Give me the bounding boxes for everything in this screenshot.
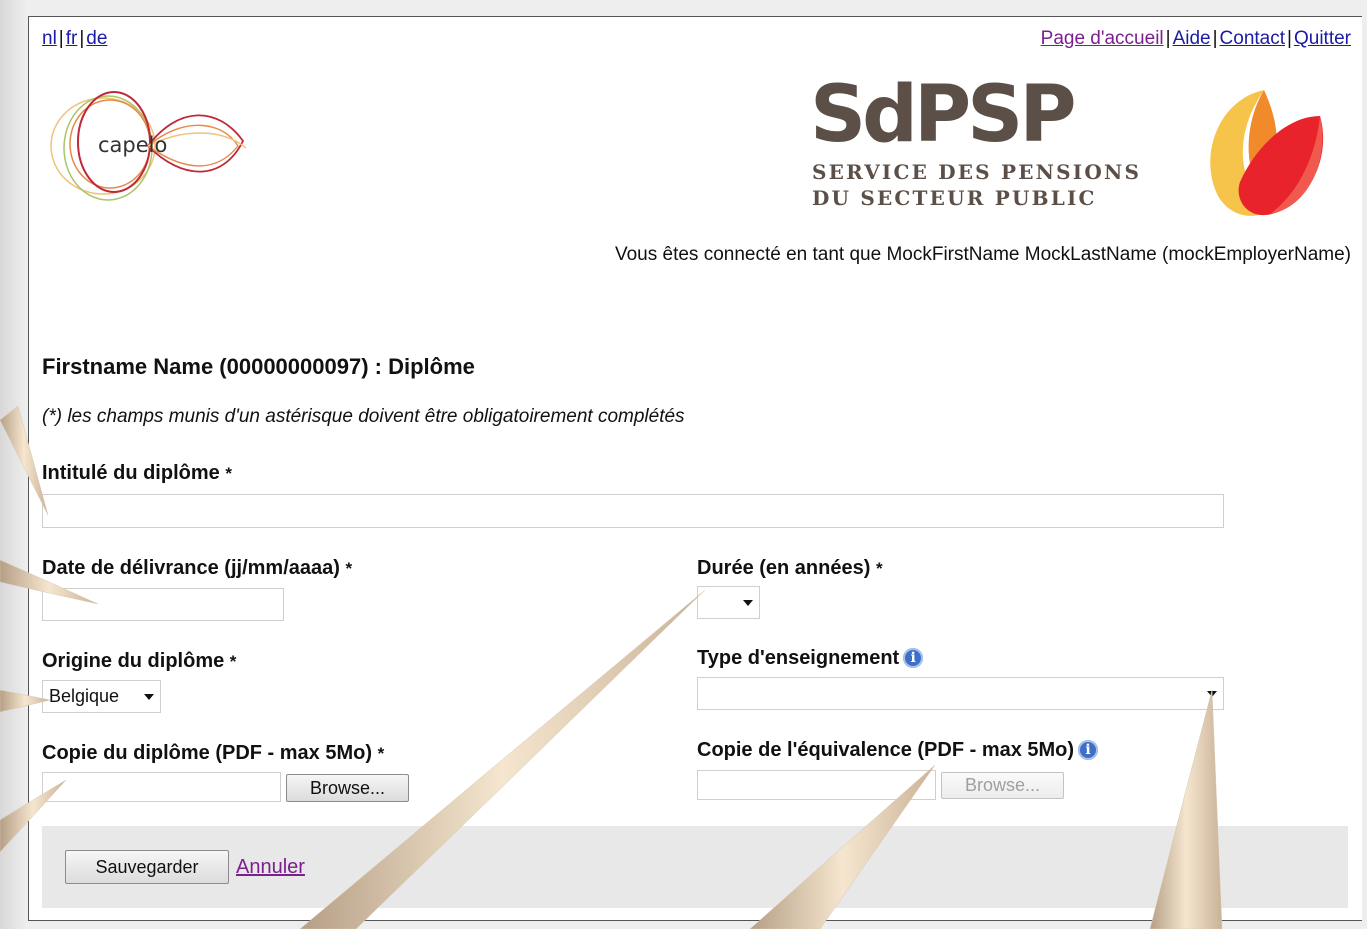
diploma-title-input[interactable] [42,494,1224,528]
equivalence-copy-label: Copie de l'équivalence (PDF - max 5Mo) i [697,739,1099,762]
save-button[interactable]: Sauvegarder [65,850,229,884]
page-title: Firstname Name (00000000097) : Diplôme [42,354,475,379]
education-type-label: Type d'enseignement i [697,647,924,670]
diploma-copy-browse-button[interactable]: Browse... [286,774,409,802]
duration-select[interactable] [697,586,760,619]
lang-link-de[interactable]: de [86,28,107,49]
chevron-down-icon [743,599,753,606]
issue-date-input[interactable] [42,588,284,621]
education-type-select[interactable] [697,677,1224,710]
required-fields-note: (*) les champs munis d'un astérisque doi… [42,406,685,427]
origin-select-value: Belgique [49,686,120,706]
lang-link-nl[interactable]: nl [42,28,57,49]
diploma-copy-label: Copie du diplôme (PDF - max 5Mo) * [42,742,385,764]
nav-help-link[interactable]: Aide [1173,28,1211,49]
nav-home-link[interactable]: Page d'accueil [1041,28,1164,49]
chevron-down-icon [144,693,154,700]
chevron-down-icon [1207,690,1217,697]
origin-select[interactable]: Belgique [42,680,161,713]
diploma-copy-file-field[interactable] [42,772,281,802]
nav-quit-link[interactable]: Quitter [1294,28,1351,49]
capelo-logo: capelo [48,86,258,231]
sdpsp-name-line1: SERVICE DES PENSIONS [812,160,1142,184]
info-icon[interactable]: i [1078,740,1099,760]
equivalence-copy-browse-button[interactable]: Browse... [941,772,1064,799]
diploma-title-label: Intitulé du diplôme * [42,462,232,484]
sdpsp-logo: SdPSP SERVICE DES PENSIONS DU SECTEUR PU… [806,76,1141,212]
sdpsp-logo-mark [1198,86,1330,227]
sdpsp-acronym: SdPSP [810,70,1077,160]
origin-label: Origine du diplôme * [42,650,237,672]
top-navigation: Page d'accueil | Aide | Contact | Quitter [1040,28,1351,49]
duration-label: Durée (en années) * [697,557,883,579]
issue-date-label: Date de délivrance (jj/mm/aaaa) * [42,557,353,579]
lang-link-fr[interactable]: fr [66,28,78,49]
info-icon[interactable]: i [903,648,924,668]
language-switcher: nl | fr | de [42,28,108,49]
left-margin [0,0,28,929]
capelo-logo-text: capelo [98,133,167,157]
cancel-link[interactable]: Annuler [236,856,305,879]
sdpsp-name-line2: DU SECTEUR PUBLIC [812,186,1097,210]
nav-contact-link[interactable]: Contact [1220,28,1285,49]
logged-in-status: Vous êtes connecté en tant que MockFirst… [614,244,1351,265]
equivalence-copy-file-field[interactable] [697,770,936,800]
